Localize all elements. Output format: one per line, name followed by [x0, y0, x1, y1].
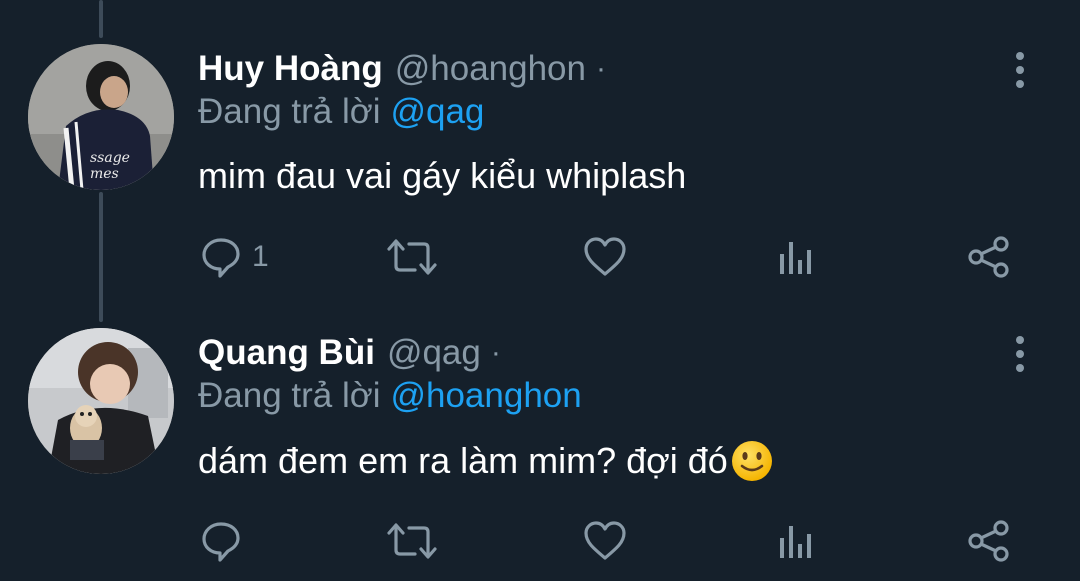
retweet-button[interactable] — [387, 516, 437, 566]
replying-to: Đang trả lời @hoanghon — [198, 376, 582, 416]
retweet-icon — [387, 239, 437, 275]
tweet-actions: 1 — [0, 232, 1080, 282]
reply-icon — [202, 522, 240, 562]
svg-text:mes: mes — [90, 166, 119, 182]
like-button[interactable] — [583, 516, 627, 566]
separator-dot: · — [596, 52, 606, 85]
tweet-1[interactable]: ssage mes Huy Hoàng @hoanghon · Đang trả… — [0, 44, 1080, 294]
like-button[interactable] — [583, 232, 627, 282]
like-icon — [584, 521, 626, 560]
avatar-quang-bui[interactable] — [28, 328, 174, 474]
analytics-button[interactable] — [778, 232, 814, 282]
more-icon[interactable] — [1010, 336, 1030, 372]
retweet-icon — [387, 523, 437, 559]
display-name[interactable]: Quang Bùi — [198, 333, 375, 373]
tweet-text: mim đau vai gáy kiểu whiplash — [198, 155, 686, 197]
analytics-button[interactable] — [778, 516, 814, 566]
mention-link[interactable]: @qag — [390, 92, 484, 131]
replying-to-label: Đang trả lời — [198, 92, 381, 131]
more-icon[interactable] — [1010, 52, 1030, 88]
replying-to: Đang trả lời @qag — [198, 92, 484, 132]
share-icon — [968, 236, 1009, 278]
analytics-icon — [780, 526, 811, 558]
slightly-smiling-face-icon — [731, 441, 772, 481]
reply-icon — [202, 238, 240, 278]
tweet-header: Quang Bùi @qag · — [198, 328, 501, 378]
display-name[interactable]: Huy Hoàng — [198, 49, 383, 89]
thread-line-top — [99, 0, 103, 38]
tweet-2[interactable]: Quang Bùi @qag · Đang trả lời @hoanghon d… — [0, 328, 1080, 581]
tweet-text-content: dám đem em ra làm mim? đợi đó — [198, 440, 728, 481]
handle[interactable]: @hoanghon — [395, 49, 586, 89]
tweet-actions — [0, 516, 1080, 566]
share-button[interactable] — [968, 232, 1010, 282]
share-button[interactable] — [968, 516, 1010, 566]
like-icon — [584, 237, 626, 276]
separator-dot: · — [490, 336, 501, 369]
reply-count: 1 — [252, 240, 269, 273]
retweet-button[interactable] — [387, 232, 437, 282]
analytics-icon — [780, 242, 811, 274]
tweet-header: Huy Hoàng @hoanghon · — [198, 44, 606, 94]
avatar-huy-hoang[interactable]: ssage mes — [28, 44, 174, 190]
replying-to-label: Đang trả lời — [198, 376, 381, 415]
tweet-text: dám đem em ra làm mim? đợi đó — [198, 439, 774, 483]
reply-button[interactable]: 1 — [200, 232, 269, 282]
mention-link[interactable]: @hoanghon — [390, 376, 581, 415]
svg-text:ssage: ssage — [90, 150, 130, 166]
share-icon — [968, 520, 1009, 562]
reply-button[interactable] — [200, 516, 252, 566]
handle[interactable]: @qag — [387, 333, 481, 373]
tweet-text-content: mim đau vai gáy kiểu whiplash — [198, 155, 687, 196]
